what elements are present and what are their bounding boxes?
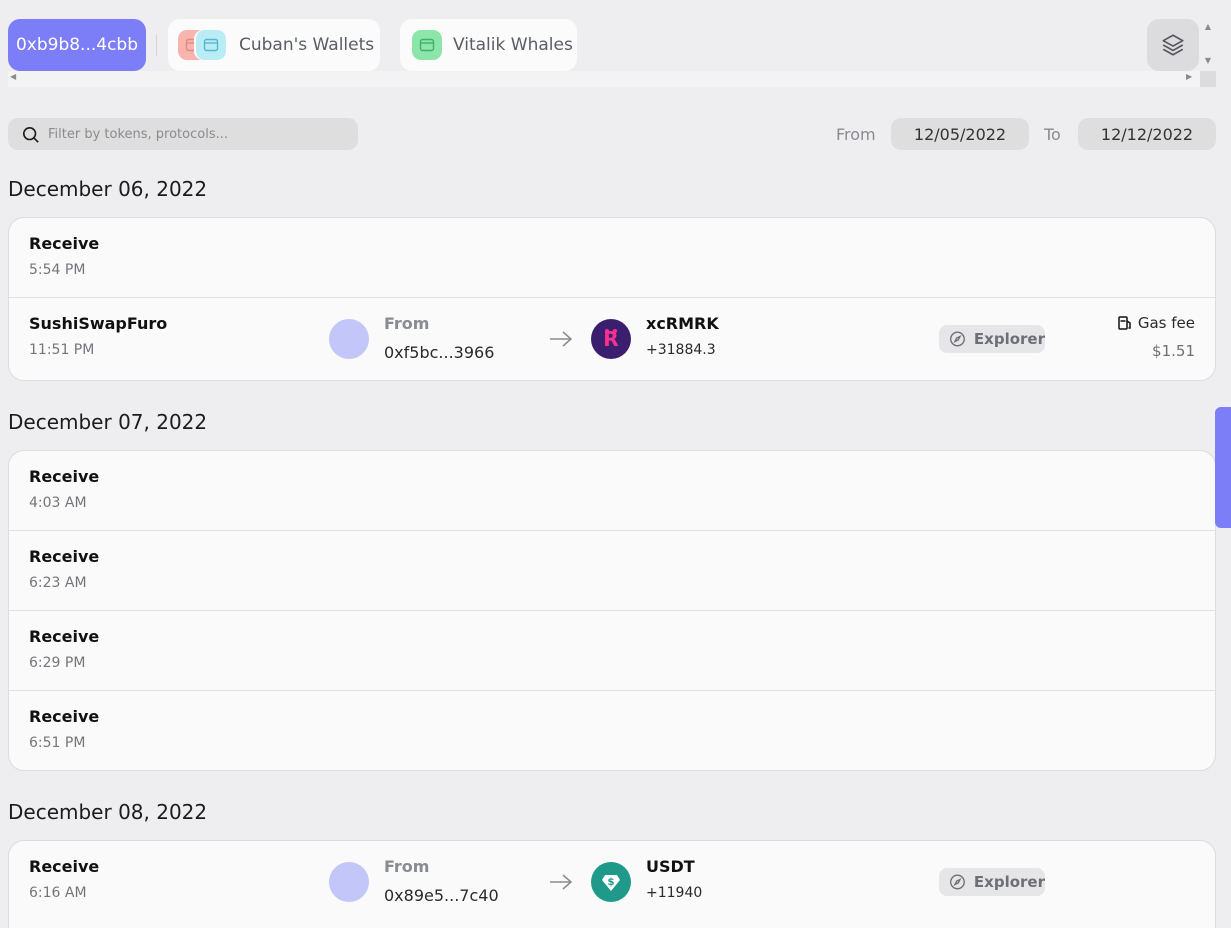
transaction-time: 5:54 PM [29,262,86,278]
compass-icon [950,874,965,890]
scroll-left-arrow[interactable]: ◀ [10,72,16,81]
transaction-row[interactable]: Receive 6:29 PM [9,611,1215,691]
tab-vitalik-whales[interactable]: Vitalik Whales [400,19,577,71]
horizontal-scrollbar[interactable] [8,71,1200,87]
scroll-down-arrow[interactable]: ▼ [1202,56,1214,66]
transaction-title: Receive [29,707,100,726]
sender-address[interactable]: 0xf5bc...3966 [384,343,494,362]
transaction-row[interactable]: Receive 6:51 PM [9,691,1215,770]
from-label: From [384,314,430,333]
transaction-time: 6:16 AM [29,885,87,901]
tab-active-wallet-label: 0xb9b8...4cbb [15,35,139,55]
tab-divider [156,34,157,56]
search-box [8,118,358,150]
arrow-right-icon [550,874,573,890]
transaction-card: Receive 5:54 PM SushiSwapFuro 11:51 PM F… [8,217,1216,381]
wallet-tabs-bar: 0xb9b8...4cbb Cuban's Wallets Vitalik Wh… [0,0,1231,92]
xcrmrk-token-icon: R [591,319,631,359]
layers-button[interactable] [1147,19,1199,71]
day-heading: December 06, 2022 [8,177,208,201]
wallet-icon [196,30,226,60]
search-input[interactable] [48,118,348,150]
from-date-input[interactable]: 12/05/2022 [891,118,1029,150]
sender-avatar [329,862,369,902]
scroll-right-arrow[interactable]: ▶ [1186,72,1192,81]
transaction-time: 4:03 AM [29,495,87,511]
from-label: From [836,125,876,144]
transaction-title: Receive [29,547,100,566]
gas-fee-text: Gas fee [1137,314,1195,332]
token-amount: +31884.3 [646,342,716,358]
explorer-button[interactable]: Explorer [939,868,1045,896]
tab-active-wallet[interactable]: 0xb9b8...4cbb [8,19,146,71]
transaction-title: Receive [29,234,100,253]
tab-cubans-wallets[interactable]: Cuban's Wallets [168,19,380,71]
transaction-time: 6:23 AM [29,575,87,591]
to-date-input[interactable]: 12/12/2022 [1078,118,1216,150]
transaction-card: Receive 6:16 AM From 0x89e5...7c40 $ USD… [8,840,1216,928]
usdt-token-icon: $ [591,862,631,902]
to-label: To [1044,125,1061,144]
wallet-icon [412,30,442,60]
search-icon [22,126,39,143]
compass-icon [950,331,965,347]
token-name: xcRMRK [646,314,719,333]
transaction-title: Receive [29,467,100,486]
token-amount: +11940 [646,885,703,901]
tab-cubans-wallets-label: Cuban's Wallets [239,35,375,55]
gas-fee-value: $1.51 [1152,342,1195,360]
side-feedback-tab[interactable] [1215,407,1231,528]
transaction-title: Receive [29,627,100,646]
explorer-label: Explorer [973,873,1045,891]
svg-text:$: $ [608,877,615,888]
from-label: From [384,857,430,876]
scroll-up-arrow[interactable]: ▲ [1202,22,1214,32]
transaction-time: 6:51 PM [29,735,86,751]
transaction-row[interactable]: Receive 4:03 AM [9,451,1215,531]
transaction-title: Receive [29,857,100,876]
transaction-title: SushiSwapFuro [29,314,168,333]
gas-fee-label: Gas fee [1117,314,1195,332]
sender-address[interactable]: 0x89e5...7c40 [384,886,499,905]
day-heading: December 08, 2022 [8,800,208,824]
transaction-card: Receive 4:03 AM Receive 6:23 AM Receive … [8,450,1216,771]
day-heading: December 07, 2022 [8,410,208,434]
sender-avatar [329,319,369,359]
explorer-button[interactable]: Explorer [939,325,1045,353]
transaction-row[interactable]: Receive 6:23 AM [9,531,1215,611]
transaction-row[interactable]: Receive 6:16 AM From 0x89e5...7c40 $ USD… [9,841,1215,925]
transaction-row[interactable]: Receive 5:54 PM [9,218,1215,298]
scroll-corner [1200,71,1216,87]
transaction-time: 11:51 PM [29,342,95,358]
transaction-row[interactable]: SushiSwapFuro 11:51 PM From 0xf5bc...396… [9,298,1215,380]
explorer-label: Explorer [973,330,1045,348]
transaction-time: 6:29 PM [29,655,86,671]
tab-vitalik-whales-label: Vitalik Whales [453,35,573,55]
layers-icon [1162,34,1184,56]
gas-pump-icon [1118,316,1131,330]
arrow-right-icon [550,331,573,347]
token-name: USDT [646,857,695,876]
